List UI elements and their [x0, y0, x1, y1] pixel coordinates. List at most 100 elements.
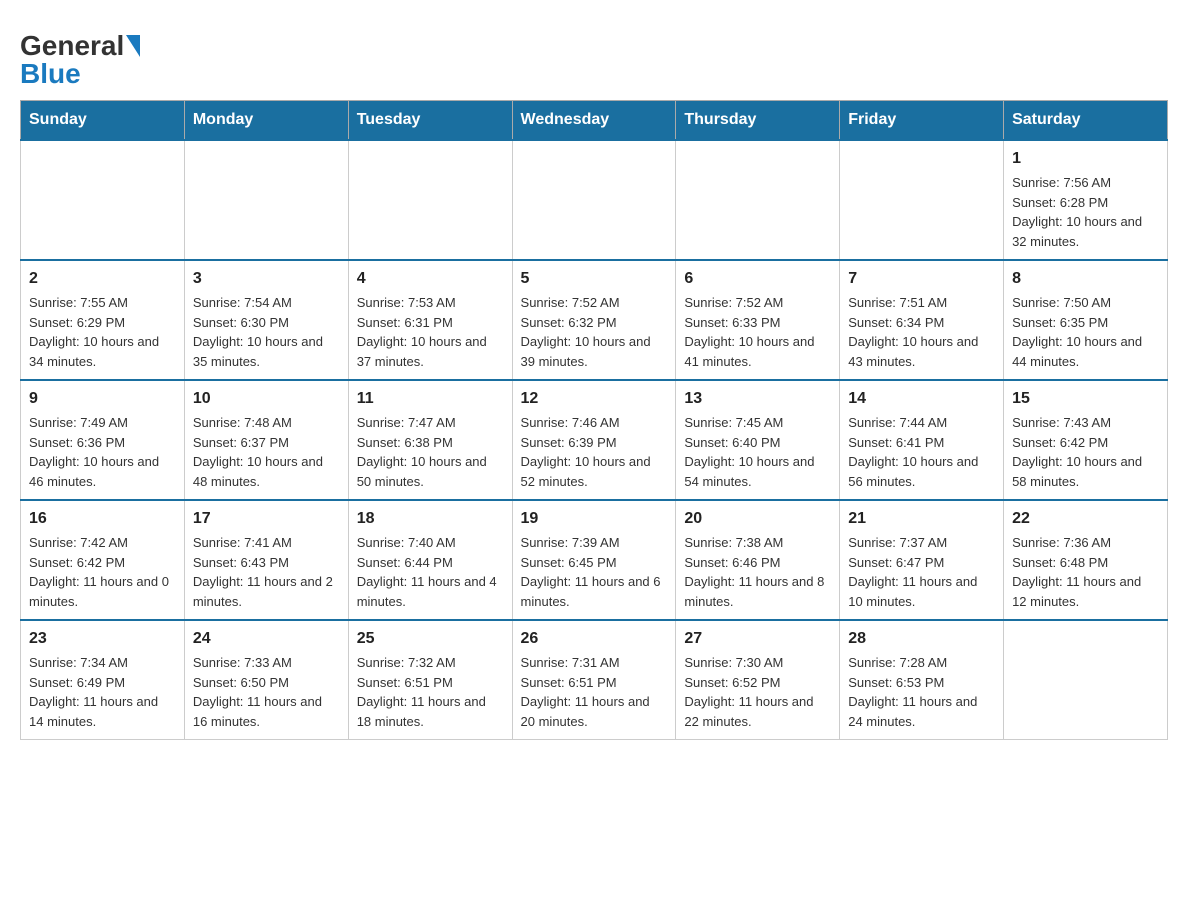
- calendar-cell: [348, 140, 512, 260]
- calendar-week-row: 9Sunrise: 7:49 AMSunset: 6:36 PMDaylight…: [21, 380, 1168, 500]
- calendar-cell: 8Sunrise: 7:50 AMSunset: 6:35 PMDaylight…: [1004, 260, 1168, 380]
- calendar-cell: [840, 140, 1004, 260]
- daylight-text: Daylight: 10 hours and 58 minutes.: [1012, 452, 1159, 491]
- sunset-text: Sunset: 6:31 PM: [357, 313, 504, 333]
- sunset-text: Sunset: 6:34 PM: [848, 313, 995, 333]
- daylight-text: Daylight: 10 hours and 35 minutes.: [193, 332, 340, 371]
- daylight-text: Daylight: 11 hours and 24 minutes.: [848, 692, 995, 731]
- day-number: 9: [29, 387, 176, 411]
- sunset-text: Sunset: 6:53 PM: [848, 673, 995, 693]
- calendar-cell: [512, 140, 676, 260]
- sunrise-text: Sunrise: 7:31 AM: [521, 653, 668, 673]
- calendar-cell: 7Sunrise: 7:51 AMSunset: 6:34 PMDaylight…: [840, 260, 1004, 380]
- sunset-text: Sunset: 6:44 PM: [357, 553, 504, 573]
- calendar-cell: 23Sunrise: 7:34 AMSunset: 6:49 PMDayligh…: [21, 620, 185, 740]
- day-number: 27: [684, 627, 831, 651]
- sunset-text: Sunset: 6:35 PM: [1012, 313, 1159, 333]
- day-number: 3: [193, 267, 340, 291]
- daylight-text: Daylight: 11 hours and 14 minutes.: [29, 692, 176, 731]
- day-number: 26: [521, 627, 668, 651]
- daylight-text: Daylight: 11 hours and 16 minutes.: [193, 692, 340, 731]
- sunrise-text: Sunrise: 7:32 AM: [357, 653, 504, 673]
- sunset-text: Sunset: 6:51 PM: [521, 673, 668, 693]
- day-number: 16: [29, 507, 176, 531]
- day-number: 28: [848, 627, 995, 651]
- sunset-text: Sunset: 6:48 PM: [1012, 553, 1159, 573]
- daylight-text: Daylight: 10 hours and 34 minutes.: [29, 332, 176, 371]
- sunrise-text: Sunrise: 7:43 AM: [1012, 413, 1159, 433]
- daylight-text: Daylight: 10 hours and 56 minutes.: [848, 452, 995, 491]
- page-header: General Blue: [20, 20, 1168, 90]
- sunset-text: Sunset: 6:47 PM: [848, 553, 995, 573]
- sunset-text: Sunset: 6:29 PM: [29, 313, 176, 333]
- calendar-cell: 2Sunrise: 7:55 AMSunset: 6:29 PMDaylight…: [21, 260, 185, 380]
- day-header-tuesday: Tuesday: [348, 101, 512, 141]
- calendar-cell: 6Sunrise: 7:52 AMSunset: 6:33 PMDaylight…: [676, 260, 840, 380]
- daylight-text: Daylight: 10 hours and 52 minutes.: [521, 452, 668, 491]
- calendar-cell: 12Sunrise: 7:46 AMSunset: 6:39 PMDayligh…: [512, 380, 676, 500]
- day-number: 15: [1012, 387, 1159, 411]
- sunset-text: Sunset: 6:30 PM: [193, 313, 340, 333]
- calendar-cell: 3Sunrise: 7:54 AMSunset: 6:30 PMDaylight…: [184, 260, 348, 380]
- day-number: 23: [29, 627, 176, 651]
- sunrise-text: Sunrise: 7:55 AM: [29, 293, 176, 313]
- day-header-wednesday: Wednesday: [512, 101, 676, 141]
- sunset-text: Sunset: 6:50 PM: [193, 673, 340, 693]
- day-number: 13: [684, 387, 831, 411]
- logo: General Blue: [20, 30, 140, 90]
- sunrise-text: Sunrise: 7:56 AM: [1012, 173, 1159, 193]
- day-number: 19: [521, 507, 668, 531]
- calendar-cell: 5Sunrise: 7:52 AMSunset: 6:32 PMDaylight…: [512, 260, 676, 380]
- calendar-cell: 9Sunrise: 7:49 AMSunset: 6:36 PMDaylight…: [21, 380, 185, 500]
- calendar-cell: [676, 140, 840, 260]
- calendar-cell: 15Sunrise: 7:43 AMSunset: 6:42 PMDayligh…: [1004, 380, 1168, 500]
- calendar-table: SundayMondayTuesdayWednesdayThursdayFrid…: [20, 100, 1168, 740]
- daylight-text: Daylight: 11 hours and 22 minutes.: [684, 692, 831, 731]
- day-number: 24: [193, 627, 340, 651]
- daylight-text: Daylight: 11 hours and 10 minutes.: [848, 572, 995, 611]
- daylight-text: Daylight: 10 hours and 46 minutes.: [29, 452, 176, 491]
- sunset-text: Sunset: 6:28 PM: [1012, 193, 1159, 213]
- calendar-cell: 4Sunrise: 7:53 AMSunset: 6:31 PMDaylight…: [348, 260, 512, 380]
- calendar-cell: 14Sunrise: 7:44 AMSunset: 6:41 PMDayligh…: [840, 380, 1004, 500]
- day-number: 21: [848, 507, 995, 531]
- daylight-text: Daylight: 10 hours and 43 minutes.: [848, 332, 995, 371]
- day-number: 1: [1012, 147, 1159, 171]
- sunrise-text: Sunrise: 7:53 AM: [357, 293, 504, 313]
- calendar-week-row: 1Sunrise: 7:56 AMSunset: 6:28 PMDaylight…: [21, 140, 1168, 260]
- daylight-text: Daylight: 11 hours and 2 minutes.: [193, 572, 340, 611]
- day-number: 14: [848, 387, 995, 411]
- sunrise-text: Sunrise: 7:36 AM: [1012, 533, 1159, 553]
- logo-arrow-icon: [126, 35, 140, 57]
- calendar-cell: 13Sunrise: 7:45 AMSunset: 6:40 PMDayligh…: [676, 380, 840, 500]
- day-number: 8: [1012, 267, 1159, 291]
- calendar-cell: 19Sunrise: 7:39 AMSunset: 6:45 PMDayligh…: [512, 500, 676, 620]
- calendar-cell: 10Sunrise: 7:48 AMSunset: 6:37 PMDayligh…: [184, 380, 348, 500]
- sunset-text: Sunset: 6:38 PM: [357, 433, 504, 453]
- day-header-saturday: Saturday: [1004, 101, 1168, 141]
- calendar-cell: [21, 140, 185, 260]
- calendar-cell: 17Sunrise: 7:41 AMSunset: 6:43 PMDayligh…: [184, 500, 348, 620]
- calendar-week-row: 23Sunrise: 7:34 AMSunset: 6:49 PMDayligh…: [21, 620, 1168, 740]
- calendar-cell: 11Sunrise: 7:47 AMSunset: 6:38 PMDayligh…: [348, 380, 512, 500]
- day-number: 22: [1012, 507, 1159, 531]
- calendar-cell: 18Sunrise: 7:40 AMSunset: 6:44 PMDayligh…: [348, 500, 512, 620]
- sunset-text: Sunset: 6:45 PM: [521, 553, 668, 573]
- calendar-cell: 28Sunrise: 7:28 AMSunset: 6:53 PMDayligh…: [840, 620, 1004, 740]
- daylight-text: Daylight: 11 hours and 18 minutes.: [357, 692, 504, 731]
- sunrise-text: Sunrise: 7:51 AM: [848, 293, 995, 313]
- sunrise-text: Sunrise: 7:47 AM: [357, 413, 504, 433]
- sunset-text: Sunset: 6:51 PM: [357, 673, 504, 693]
- calendar-cell: [1004, 620, 1168, 740]
- day-header-monday: Monday: [184, 101, 348, 141]
- sunrise-text: Sunrise: 7:50 AM: [1012, 293, 1159, 313]
- sunset-text: Sunset: 6:39 PM: [521, 433, 668, 453]
- sunrise-text: Sunrise: 7:54 AM: [193, 293, 340, 313]
- calendar-week-row: 2Sunrise: 7:55 AMSunset: 6:29 PMDaylight…: [21, 260, 1168, 380]
- daylight-text: Daylight: 11 hours and 4 minutes.: [357, 572, 504, 611]
- daylight-text: Daylight: 10 hours and 44 minutes.: [1012, 332, 1159, 371]
- sunset-text: Sunset: 6:46 PM: [684, 553, 831, 573]
- calendar-cell: 22Sunrise: 7:36 AMSunset: 6:48 PMDayligh…: [1004, 500, 1168, 620]
- sunset-text: Sunset: 6:43 PM: [193, 553, 340, 573]
- sunrise-text: Sunrise: 7:34 AM: [29, 653, 176, 673]
